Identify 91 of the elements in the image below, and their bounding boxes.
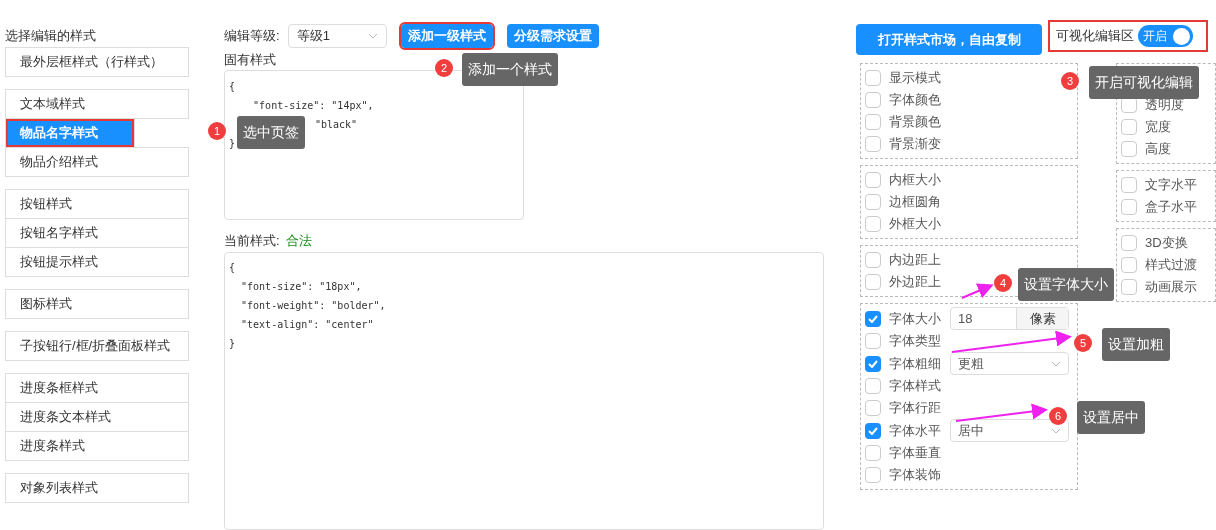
font-size-field[interactable]: 18 像素 <box>950 307 1069 330</box>
status-text: 合法 <box>285 232 312 250</box>
option-label: 字体水平 <box>889 421 941 440</box>
style-tab[interactable]: 图标样式 <box>5 289 189 319</box>
checkbox[interactable] <box>1121 177 1137 193</box>
option-label: 字体大小 <box>889 309 941 328</box>
step-number-badge: 4 <box>994 274 1012 292</box>
style-tab[interactable]: 对象列表样式 <box>5 473 189 503</box>
annotation-tooltip: 设置加粗 <box>1102 328 1170 361</box>
option-label: 文字水平 <box>1145 176 1197 195</box>
step-number-badge: 2 <box>435 59 453 77</box>
step-number-badge: 1 <box>208 122 226 140</box>
style-tab[interactable]: 按钮名字样式 <box>5 218 189 248</box>
checkbox[interactable] <box>1121 119 1137 135</box>
checkbox[interactable] <box>865 194 881 210</box>
current-style-textarea[interactable]: { "font-size": "18px", "font-weight": "bolder", "text-align": "center" } <box>224 252 824 530</box>
checkbox[interactable] <box>865 467 881 483</box>
checkbox[interactable] <box>865 136 881 152</box>
option-label: 透明度 <box>1145 96 1184 115</box>
checkbox[interactable] <box>1121 199 1137 215</box>
option-label: 字体垂直 <box>889 444 941 463</box>
checkbox[interactable] <box>865 422 881 439</box>
annotation-tooltip: 设置字体大小 <box>1018 268 1114 301</box>
style-tab[interactable]: 进度条文本样式 <box>5 402 189 432</box>
style-tab[interactable]: 按钮样式 <box>5 189 189 219</box>
checkbox[interactable] <box>865 333 881 349</box>
option-label: 3D变换 <box>1145 234 1188 253</box>
checkbox[interactable] <box>1121 279 1137 295</box>
toggle-label: 可视化编辑区 <box>1056 27 1134 46</box>
option-label: 高度 <box>1145 140 1171 159</box>
option-label: 样式过渡 <box>1145 256 1197 275</box>
style-tab[interactable]: 文本域样式 <box>5 89 189 119</box>
option-label: 字体类型 <box>889 332 941 351</box>
chevron-down-icon <box>1051 360 1061 367</box>
step-number-badge: 6 <box>1049 407 1067 425</box>
style-tab[interactable]: 进度条框样式 <box>5 373 189 403</box>
annotation-tooltip: 开启可视化编辑 <box>1089 66 1199 99</box>
chevron-down-icon <box>1051 427 1061 434</box>
checkbox[interactable] <box>1121 257 1137 273</box>
option-label: 内框大小 <box>889 171 941 190</box>
option-label: 字体样式 <box>889 377 941 396</box>
checkmark-icon <box>868 359 878 368</box>
style-tab[interactable]: 物品介绍样式 <box>5 147 189 177</box>
checkmark-icon <box>868 314 878 323</box>
checkbox[interactable] <box>865 114 881 130</box>
dropdown[interactable]: 更粗 <box>950 352 1069 375</box>
checkbox[interactable] <box>865 70 881 86</box>
unit-label: 像素 <box>1016 308 1068 329</box>
field-label: 当前样式: <box>224 232 280 250</box>
style-tab[interactable]: 按钮提示样式 <box>5 247 189 277</box>
checkbox[interactable] <box>865 216 881 232</box>
field-label: 固有样式 <box>224 51 276 69</box>
option-label: 字体颜色 <box>889 91 941 110</box>
option-label: 宽度 <box>1145 118 1171 137</box>
annotation-tooltip: 设置居中 <box>1077 401 1145 434</box>
checkbox[interactable] <box>865 92 881 108</box>
option-label: 显示模式 <box>889 69 941 88</box>
style-tab[interactable]: 最外层框样式（行样式） <box>5 47 189 77</box>
annotation-tooltip: 添加一个样式 <box>462 53 558 86</box>
style-tab[interactable]: 子按钮行/框/折叠面板样式 <box>5 331 189 361</box>
checkbox[interactable] <box>1121 235 1137 251</box>
checkbox[interactable] <box>865 378 881 394</box>
style-tab[interactable]: 进度条样式 <box>5 431 189 461</box>
option-label: 边框圆角 <box>889 193 941 212</box>
option-label: 背景渐变 <box>889 135 941 154</box>
option-label: 外边距上 <box>889 273 941 292</box>
checkbox[interactable] <box>865 252 881 268</box>
pointer-arrow <box>961 283 994 299</box>
option-label: 盒子水平 <box>1145 198 1197 217</box>
option-label: 动画展示 <box>1145 278 1197 297</box>
section-title: 选择编辑的样式 <box>5 27 97 45</box>
option-label: 内边距上 <box>889 251 941 270</box>
option-label: 背景颜色 <box>889 113 941 132</box>
option-label: 字体装饰 <box>889 466 941 485</box>
level-select[interactable]: 等级1 <box>287 24 387 48</box>
checkbox[interactable] <box>1121 141 1137 157</box>
checkbox[interactable] <box>865 310 881 327</box>
step-number-badge: 5 <box>1074 334 1092 352</box>
checkbox[interactable] <box>865 172 881 188</box>
option-label: 字体粗细 <box>889 354 941 373</box>
step-number-badge: 3 <box>1061 72 1079 90</box>
field-label: 编辑等级: <box>224 27 280 46</box>
checkbox[interactable] <box>865 274 881 290</box>
checkbox[interactable] <box>865 445 881 461</box>
checkbox[interactable] <box>865 400 881 416</box>
option-label: 外框大小 <box>889 215 941 234</box>
option-label: 字体行距 <box>889 399 941 418</box>
annotation-tooltip: 选中页签 <box>237 116 305 149</box>
checkbox[interactable] <box>865 355 881 372</box>
checkmark-icon <box>868 426 878 435</box>
chevron-down-icon <box>367 33 378 39</box>
